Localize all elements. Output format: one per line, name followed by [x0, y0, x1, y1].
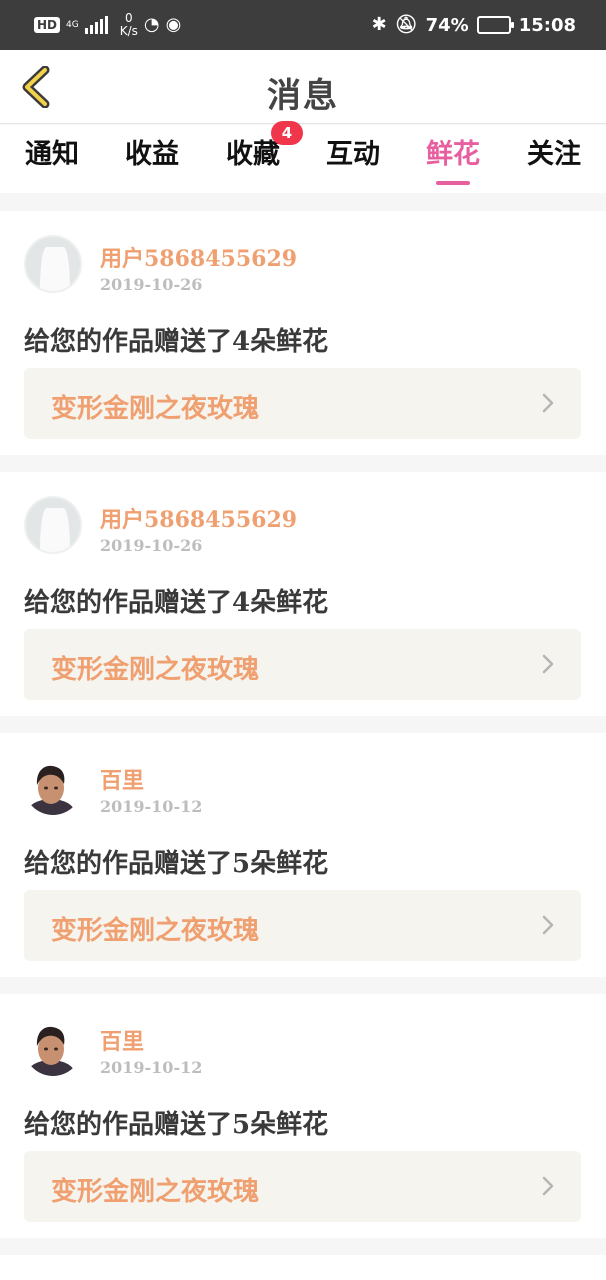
work-link[interactable]: 变形金刚之夜玫瑰 [24, 368, 581, 439]
username[interactable]: 百里 [100, 1024, 144, 1056]
tab-favorites[interactable]: 收藏 4 [223, 121, 303, 185]
list-item-partial [0, 1255, 606, 1280]
eye-comfort-icon: ◉ [165, 14, 182, 35]
chevron-right-icon [542, 915, 554, 935]
work-link[interactable]: 变形金刚之夜玫瑰 [24, 890, 581, 961]
data-saver-icon: ◔ [143, 14, 160, 35]
tab-notifications[interactable]: 通知 [22, 135, 82, 185]
date: 2019-10-26 [100, 275, 203, 294]
avatar[interactable] [24, 235, 82, 293]
network-type: 4G [66, 19, 79, 30]
network-speed-value: 0 [124, 11, 133, 25]
gift-message: 给您的作品赠送了4朵鲜花 [24, 327, 329, 357]
date: 2019-10-12 [100, 1058, 203, 1077]
list-item: 百里 2019-10-12 给您的作品赠送了5朵鲜花 变形金刚之夜玫瑰 [0, 733, 606, 977]
work-link[interactable]: 变形金刚之夜玫瑰 [24, 629, 581, 700]
work-link[interactable]: 变形金刚之夜玫瑰 [24, 1151, 581, 1222]
chevron-right-icon [542, 393, 554, 413]
tab-interactions[interactable]: 互动 [323, 135, 383, 185]
chevron-right-icon [542, 1176, 554, 1196]
tab-label: 通知 [25, 139, 79, 170]
gift-message: 给您的作品赠送了5朵鲜花 [24, 1110, 329, 1140]
tab-label: 鲜花 [426, 139, 480, 170]
hd-indicator: HD [34, 17, 61, 33]
chevron-right-icon [542, 654, 554, 674]
tab-following[interactable]: 关注 [524, 135, 584, 185]
active-tab-indicator [436, 181, 470, 185]
avatar[interactable] [24, 1018, 82, 1076]
username[interactable]: 百里 [100, 763, 144, 795]
network-speed-unit: K/s [119, 24, 138, 38]
avatar[interactable] [24, 496, 82, 554]
gift-message: 给您的作品赠送了5朵鲜花 [24, 849, 329, 879]
tab-flowers[interactable]: 鲜花 [423, 135, 483, 185]
tab-label: 收益 [125, 139, 179, 170]
tab-label: 关注 [527, 139, 581, 170]
tab-label: 互动 [326, 139, 380, 170]
list-item: 用户5868455629 2019-10-26 给您的作品赠送了4朵鲜花 变形金… [0, 211, 606, 455]
status-bar: HD 4G 0 K/s ◔ ◉ ✱ 🔕︎ 74% 15:08 [0, 0, 606, 50]
list-item: 百里 2019-10-12 给您的作品赠送了5朵鲜花 变形金刚之夜玫瑰 [0, 994, 606, 1238]
username[interactable]: 用户5868455629 [100, 502, 297, 534]
gift-message: 给您的作品赠送了4朵鲜花 [24, 588, 329, 618]
bluetooth-icon: ✱ [371, 14, 387, 35]
battery-percent: 74% [425, 14, 469, 36]
app-header: 消息 [0, 50, 606, 124]
work-title: 变形金刚之夜玫瑰 [51, 655, 260, 685]
mute-bell-icon: 🔕︎ [394, 14, 418, 35]
clock: 15:08 [518, 14, 576, 36]
default-avatar-icon [40, 508, 70, 552]
work-title: 变形金刚之夜玫瑰 [51, 394, 260, 424]
page-title: 消息 [267, 76, 339, 116]
avatar[interactable] [24, 757, 82, 815]
username[interactable]: 用户5868455629 [100, 241, 297, 273]
date: 2019-10-12 [100, 797, 203, 816]
unread-count-badge: 4 [271, 121, 303, 145]
network-speed: 0 K/s [120, 12, 138, 38]
work-title: 变形金刚之夜玫瑰 [51, 916, 260, 946]
battery-icon [476, 16, 514, 34]
tab-bar: 通知 收益 收藏 4 互动 鲜花 关注 [0, 121, 606, 193]
user-photo-icon [27, 765, 75, 815]
signal-strength-icon [84, 16, 108, 34]
date: 2019-10-26 [100, 536, 203, 555]
list-item: 用户5868455629 2019-10-26 给您的作品赠送了4朵鲜花 变形金… [0, 472, 606, 716]
user-photo-icon [27, 1026, 75, 1076]
work-title: 变形金刚之夜玫瑰 [51, 1177, 260, 1207]
tab-earnings[interactable]: 收益 [122, 135, 182, 185]
default-avatar-icon [40, 247, 70, 291]
